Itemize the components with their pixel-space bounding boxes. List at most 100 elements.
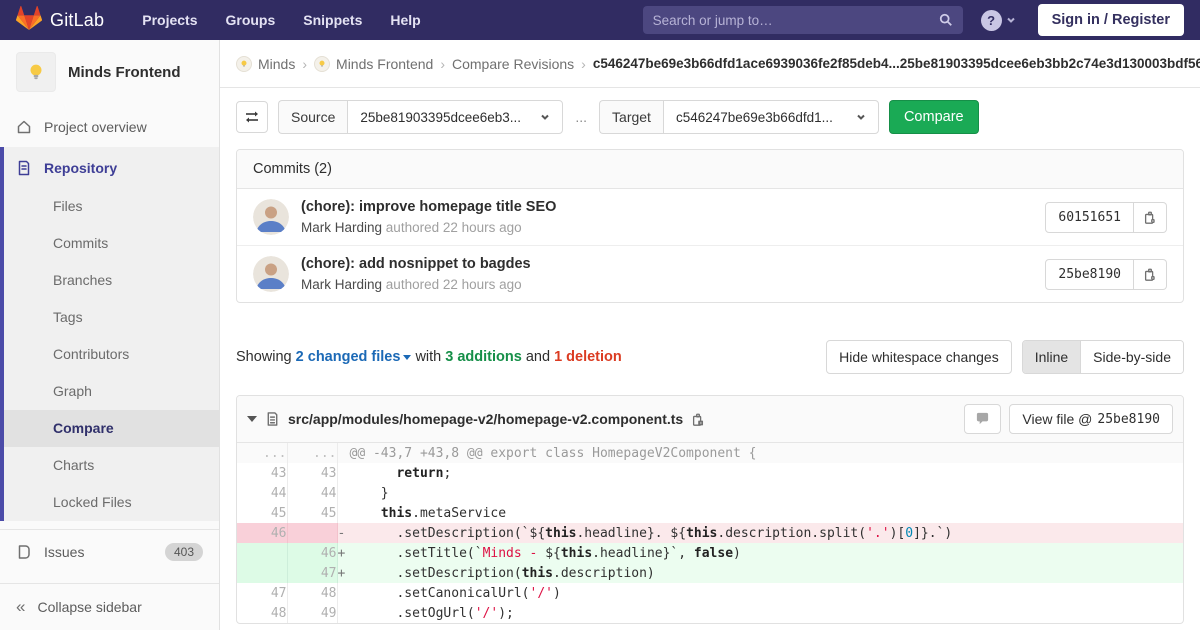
file-diff-header: src/app/modules/homepage-v2/homepage-v2.… (237, 396, 1183, 443)
swap-revisions-button[interactable] (236, 101, 268, 133)
commit-title-link[interactable]: (chore): add nosnippet to bagdes (301, 256, 1045, 272)
breadcrumb-link-minds[interactable]: Minds (236, 55, 295, 72)
sidebar-item-project-overview[interactable]: Project overview (0, 106, 219, 147)
search-input[interactable] (652, 12, 939, 28)
new-line-number[interactable] (287, 523, 338, 543)
hide-whitespace-button[interactable]: Hide whitespace changes (826, 340, 1012, 374)
sidebar-subitem-graph[interactable]: Graph (4, 373, 219, 410)
diff-code-cell: + .setTitle(`Minds - ${this.headline}`, … (337, 543, 1183, 563)
view-file-button[interactable]: View file @ 25be8190 (1009, 404, 1173, 434)
collapse-sidebar-button[interactable]: « Collapse sidebar (0, 583, 219, 630)
nav-item-snippets[interactable]: Snippets (291, 4, 374, 36)
copy-path-icon[interactable] (691, 412, 705, 427)
nav-item-help[interactable]: Help (378, 4, 432, 36)
collapse-file-caret[interactable] (247, 416, 257, 422)
nav-menu: Projects Groups Snippets Help (130, 4, 634, 36)
sidebar-subitem-branches[interactable]: Branches (4, 262, 219, 299)
sidebar-subitem-locked-files[interactable]: Locked Files (4, 484, 219, 521)
old-line-number[interactable]: 48 (237, 603, 288, 623)
repository-subitems: Files Commits Branches Tags Contributors Grap… (4, 188, 219, 521)
commit-author-link[interactable]: Mark Harding (301, 220, 382, 235)
sign-in-button[interactable]: Sign in / Register (1037, 4, 1184, 36)
sidebar-item-repository[interactable]: Repository (4, 147, 219, 188)
commit-sha-button[interactable]: 60151651 (1045, 201, 1134, 233)
sidebar-item-label: Repository (44, 159, 118, 176)
issues-count-badge: 403 (164, 543, 203, 561)
diff-code-cell: return; (396, 465, 452, 481)
sidebar-item-issues[interactable]: Issues 403 (0, 529, 219, 574)
sidebar-subitem-contributors[interactable]: Contributors (4, 336, 219, 373)
sidebar-subitem-compare[interactable]: Compare (4, 410, 219, 447)
file-comment-button[interactable] (964, 404, 1002, 434)
help-menu[interactable]: ? (980, 9, 1016, 31)
commit-sha-button[interactable]: 25be8190 (1045, 258, 1134, 290)
target-input-group: Target c546247be69e3b66dfd1... (599, 100, 879, 134)
new-line-number[interactable]: 47 (287, 563, 338, 583)
comment-bubble-icon (977, 412, 989, 425)
document-icon (18, 160, 30, 175)
collapse-label: Collapse sidebar (37, 599, 142, 615)
summary-prefix: Showing (236, 349, 296, 365)
copy-sha-button[interactable] (1134, 201, 1167, 233)
gitlab-logo[interactable]: GitLab (15, 5, 104, 35)
old-line-number[interactable]: 43 (237, 463, 288, 483)
new-line-number[interactable]: 45 (287, 503, 338, 523)
diff-code-cell: .setCanonicalUrl('/') (349, 585, 561, 601)
old-line-number[interactable]: 44 (237, 483, 288, 503)
old-line-number[interactable] (237, 543, 288, 563)
file-path-link[interactable]: src/app/modules/homepage-v2/homepage-v2.… (288, 411, 683, 427)
commit-meta: authored 22 hours ago (385, 220, 522, 235)
diff-code-cell: @@ -43,7 +43,8 @@ export class HomepageV… (337, 443, 1183, 463)
diff-toolbar: Hide whitespace changes Inline Side-by-s… (826, 340, 1184, 374)
old-line-number[interactable]: 45 (237, 503, 288, 523)
sidebar-subitem-tags[interactable]: Tags (4, 299, 219, 336)
diff-line: 46 + .setTitle(`Minds - ${this.headline}`… (237, 543, 1183, 563)
nav-item-groups[interactable]: Groups (213, 4, 287, 36)
source-revision-dropdown[interactable]: 25be81903395dcee6eb3... (347, 100, 564, 134)
compare-form: Source 25be81903395dcee6eb3... ... Targe… (236, 100, 1184, 134)
target-revision-dropdown[interactable]: c546247be69e3b66dfd1... (662, 100, 879, 134)
diff-line: 43 43 return; (237, 463, 1183, 483)
project-avatar-small (314, 55, 331, 72)
diff-line: 46 - .setDescription(`${this.headline}. $… (237, 523, 1183, 543)
sidebar-subitem-files[interactable]: Files (4, 188, 219, 225)
old-line-number[interactable]: 47 (237, 583, 288, 603)
changed-files-dropdown[interactable]: 2 changed files (296, 349, 401, 365)
breadcrumb-link-minds-frontend[interactable]: Minds Frontend (314, 55, 433, 72)
commit-title-link[interactable]: (chore): improve homepage title SEO (301, 199, 1045, 215)
diff-line: 45 45 this.metaService (237, 503, 1183, 523)
nav-item-projects[interactable]: Projects (130, 4, 209, 36)
project-header[interactable]: Minds Frontend (0, 40, 219, 106)
copy-sha-button[interactable] (1134, 258, 1167, 290)
commit-author-link[interactable]: Mark Harding (301, 277, 382, 292)
sidebar-subitem-commits[interactable]: Commits (4, 225, 219, 262)
old-line-number[interactable]: ... (237, 443, 288, 463)
repository-section: Repository Files Commits Branches Tags Contr… (0, 147, 219, 521)
chevron-down-icon (1006, 17, 1015, 23)
new-line-number[interactable]: ... (287, 443, 338, 463)
sidebar-subitem-charts[interactable]: Charts (4, 447, 219, 484)
new-line-number[interactable]: 44 (287, 483, 338, 503)
breadcrumb-current-sha: c546247be69e3b66dfd1ace6939036fe2f85deb4… (592, 56, 1200, 71)
new-line-number[interactable]: 49 (287, 603, 338, 623)
old-line-number[interactable]: 46 (237, 523, 288, 543)
new-line-number[interactable]: 46 (287, 543, 338, 563)
new-line-number[interactable]: 48 (287, 583, 338, 603)
inline-view-button[interactable]: Inline (1022, 341, 1081, 373)
lightbulb-icon (30, 64, 42, 80)
old-line-number[interactable] (237, 563, 288, 583)
main-content: Minds › Minds Frontend › Compare Revisio… (220, 40, 1200, 630)
compare-button[interactable]: Compare (888, 100, 979, 134)
sidebar-item-label: Issues (44, 544, 85, 560)
avatar (253, 199, 289, 235)
search-box[interactable] (642, 6, 963, 34)
breadcrumb-separator: › (302, 55, 308, 72)
side-by-side-view-button[interactable]: Side-by-side (1080, 341, 1183, 373)
diff-line: 48 49 .setOgUrl('/'); (237, 603, 1183, 623)
home-icon (17, 120, 31, 133)
new-line-number[interactable]: 43 (287, 463, 338, 483)
breadcrumb-separator: › (440, 55, 445, 72)
diff-code-cell: + .setDescription(this.description) (337, 563, 1183, 583)
breadcrumb-link-compare-revisions[interactable]: Compare Revisions (452, 56, 574, 72)
project-avatar (16, 52, 56, 92)
